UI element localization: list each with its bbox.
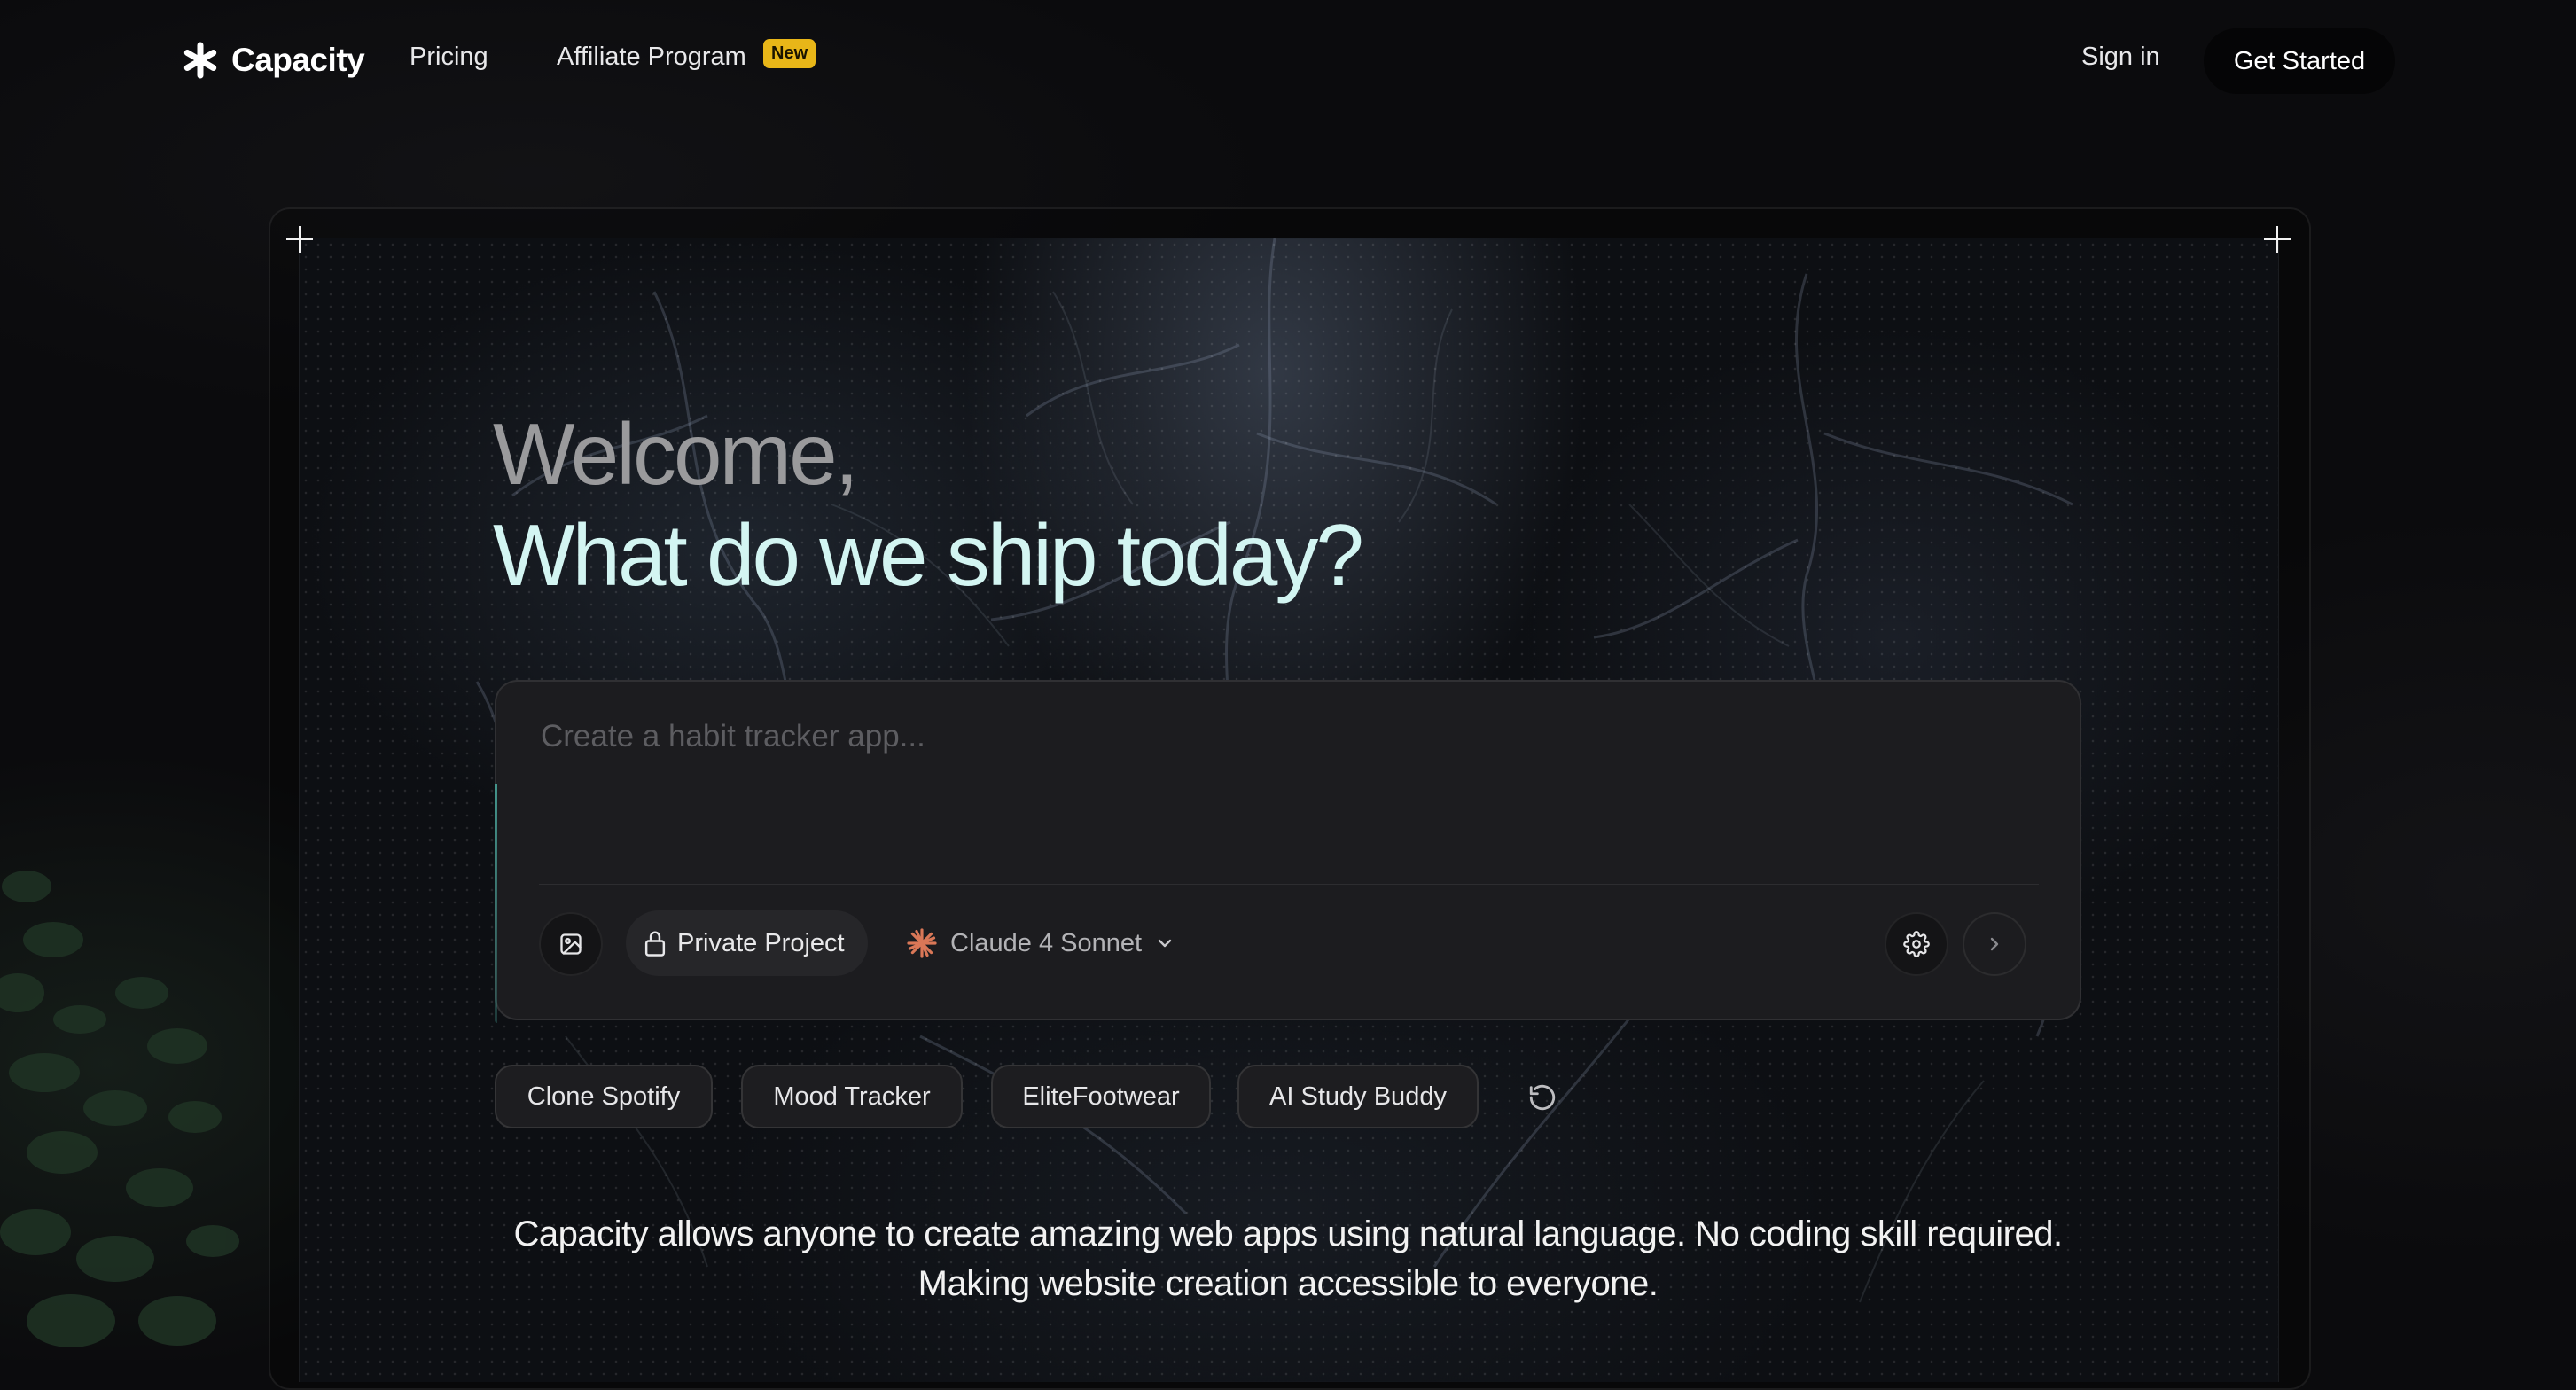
send-button[interactable] [1963, 912, 2026, 976]
welcome-heading: Welcome, [493, 405, 859, 503]
prompt-divider [539, 884, 2039, 885]
chevron-right-icon [1990, 937, 1999, 951]
sign-in-link[interactable]: Sign in [2081, 43, 2160, 72]
nav-link-affiliate-program[interactable]: Affiliate Program [557, 43, 746, 72]
sparkle-icon [907, 928, 937, 958]
tagline-line-2: Making website creation accessible to ev… [917, 1264, 1659, 1303]
new-badge: New [763, 39, 816, 68]
lock-icon [644, 931, 666, 957]
suggestion-chip[interactable]: Clone Spotify [495, 1065, 713, 1128]
brand-logo[interactable]: Capacity [182, 37, 365, 83]
corner-plus-icon-right [2264, 226, 2291, 253]
top-navigation: Capacity Pricing Affiliate Program New S… [0, 0, 2576, 124]
private-project-toggle[interactable]: Private Project [626, 910, 868, 976]
asterisk-icon [183, 42, 217, 79]
suggestion-chip[interactable]: AI Study Buddy [1237, 1065, 1479, 1128]
attach-image-button[interactable] [539, 912, 603, 976]
corner-plus-icon-left [286, 226, 313, 253]
refresh-icon [1529, 1084, 1556, 1111]
brand-name: Capacity [231, 42, 365, 78]
image-icon [560, 933, 582, 955]
prompt-box: Private Project Claude 4 Sonnet [495, 680, 2081, 1023]
model-selector[interactable]: Claude 4 Sonnet [906, 910, 1175, 976]
tagline-line-1: Capacity allows anyone to create amazing… [513, 1214, 2063, 1253]
private-project-label: Private Project [677, 928, 845, 957]
tagline: Capacity allows anyone to create amazing… [402, 1209, 2174, 1308]
settings-button[interactable] [1885, 912, 1948, 976]
nav-link-pricing[interactable]: Pricing [410, 43, 488, 72]
headline: What do we ship today? [493, 506, 1364, 604]
plant-foliage-decoration [0, 871, 239, 1347]
chevron-down-icon [1158, 939, 1172, 948]
refresh-suggestions-button[interactable] [1521, 1076, 1564, 1119]
prompt-input[interactable] [539, 717, 2041, 836]
suggestion-chip[interactable]: Mood Tracker [741, 1065, 963, 1128]
model-name: Claude 4 Sonnet [950, 928, 1143, 957]
suggestion-chip[interactable]: EliteFootwear [991, 1065, 1211, 1128]
gear-icon [1903, 931, 1930, 957]
get-started-button[interactable]: Get Started [2204, 28, 2395, 94]
prompt-accent-border [495, 784, 497, 1023]
